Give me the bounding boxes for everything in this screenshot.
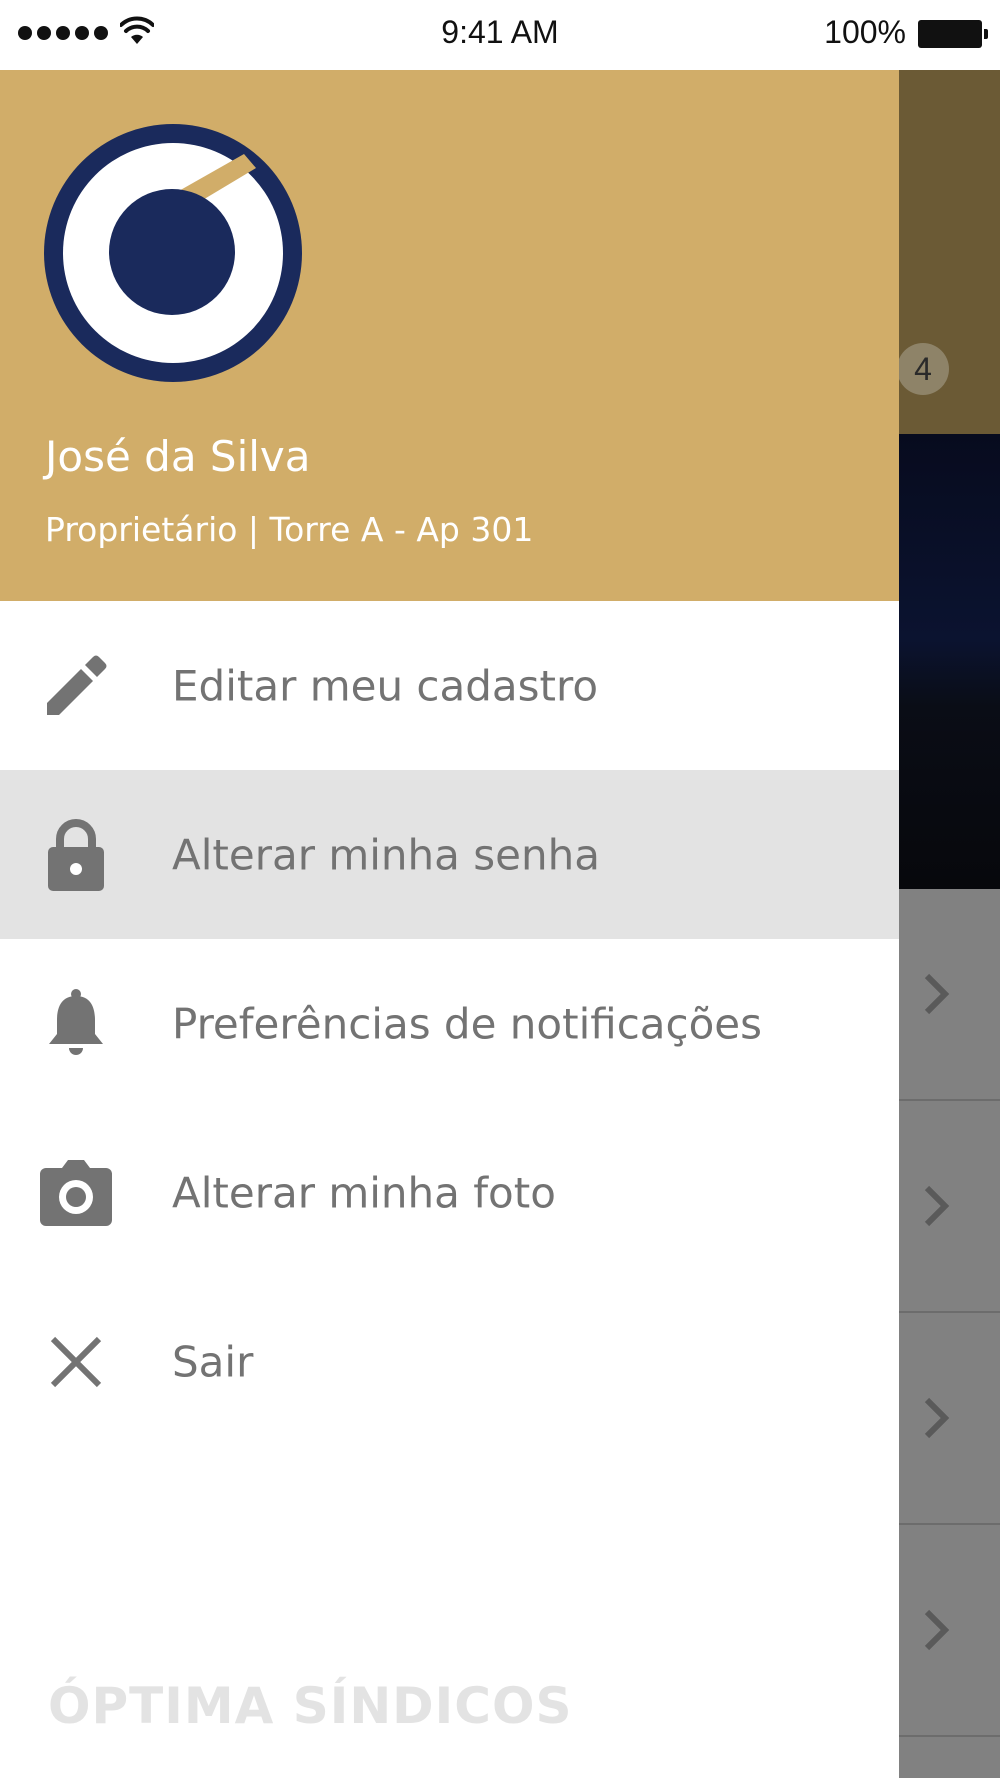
profile-header: José da Silva Proprietário | Torre A - A… bbox=[0, 70, 899, 601]
background-app-overlay[interactable]: 4 bbox=[899, 70, 1000, 1778]
navigation-drawer: José da Silva Proprietário | Torre A - A… bbox=[0, 70, 899, 1778]
camera-icon bbox=[38, 1155, 114, 1231]
lock-icon bbox=[38, 817, 114, 893]
background-list-row bbox=[899, 1101, 1000, 1313]
bell-icon bbox=[38, 986, 114, 1062]
background-photo bbox=[899, 434, 1000, 889]
menu-item-label: Alterar minha foto bbox=[172, 1168, 556, 1217]
chevron-right-icon bbox=[924, 973, 950, 1015]
menu-item-logout[interactable]: Sair bbox=[0, 1277, 899, 1446]
brand-logo-text: ÓPTIMA SÍNDICOS bbox=[48, 1677, 573, 1735]
menu-item-notification-preferences[interactable]: Preferências de notificações bbox=[0, 939, 899, 1108]
menu-item-label: Sair bbox=[172, 1337, 254, 1386]
battery-percentage: 100% bbox=[824, 14, 906, 50]
menu-item-label: Preferências de notificações bbox=[172, 999, 763, 1048]
logo-ring-icon[interactable] bbox=[44, 124, 302, 382]
chevron-right-icon bbox=[924, 1609, 950, 1651]
user-role: Proprietário | Torre A - Ap 301 bbox=[45, 510, 534, 549]
menu-item-label: Editar meu cadastro bbox=[172, 661, 599, 710]
battery-icon bbox=[918, 20, 988, 48]
menu-item-change-photo[interactable]: Alterar minha foto bbox=[0, 1108, 899, 1277]
menu-item-edit-profile[interactable]: Editar meu cadastro bbox=[0, 601, 899, 770]
chevron-right-icon bbox=[924, 1397, 950, 1439]
user-name: José da Silva bbox=[45, 432, 311, 481]
status-bar: 9:41 AM 100% bbox=[0, 0, 1000, 70]
pencil-icon bbox=[38, 648, 114, 724]
close-icon bbox=[38, 1324, 114, 1400]
background-list-row bbox=[899, 1313, 1000, 1525]
background-header: 4 bbox=[899, 70, 1000, 434]
drawer-menu: Editar meu cadastro Alterar minha senha bbox=[0, 601, 899, 1446]
menu-item-change-password[interactable]: Alterar minha senha bbox=[0, 770, 899, 939]
chevron-right-icon bbox=[924, 1185, 950, 1227]
background-list-row bbox=[899, 1525, 1000, 1737]
menu-item-label: Alterar minha senha bbox=[172, 830, 600, 879]
background-list-row bbox=[899, 889, 1000, 1101]
notification-badge: 4 bbox=[899, 343, 949, 395]
